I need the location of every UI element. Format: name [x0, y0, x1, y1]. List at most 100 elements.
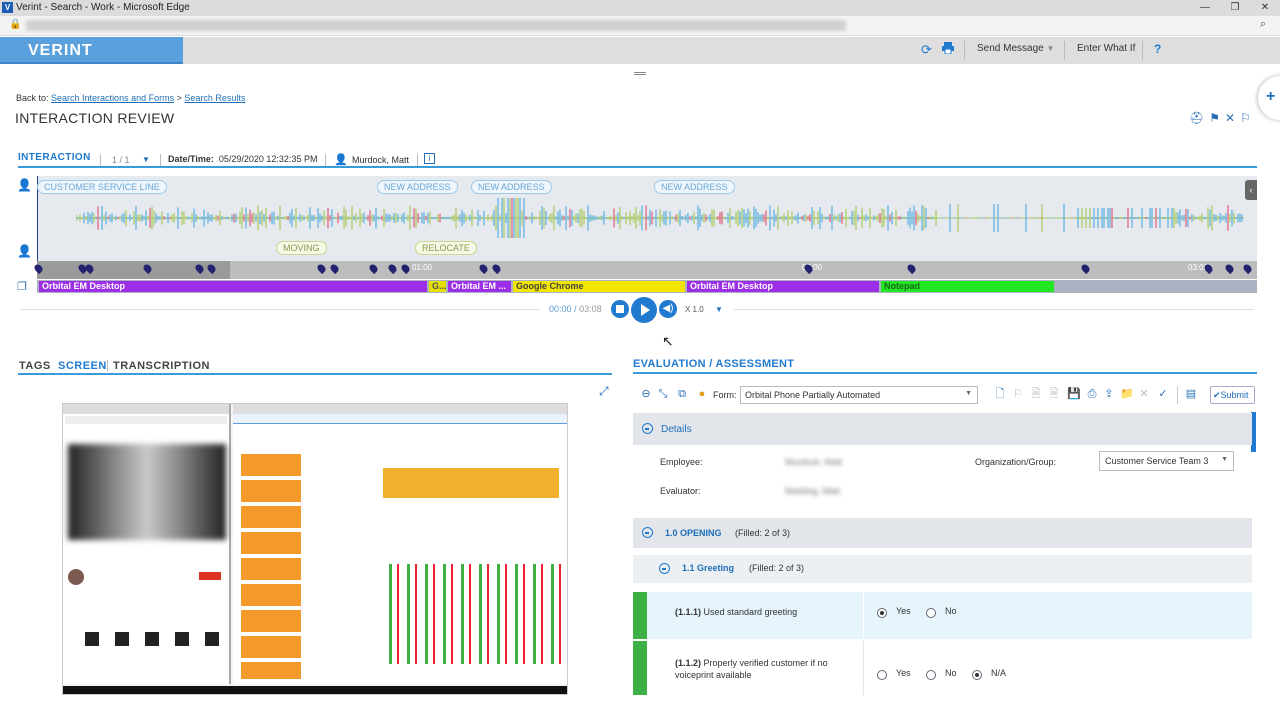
status-bar-green	[633, 641, 647, 695]
address-url-blurred	[26, 20, 846, 31]
player-time: 00:00 / 03:08	[549, 304, 602, 314]
details-section-header[interactable]: Details	[633, 413, 1252, 445]
stop-button[interactable]	[611, 300, 629, 318]
agent-speaker-icon: 👤	[17, 178, 32, 192]
question-row-1-1-2: (1.1.2) Properly verified customer if no…	[633, 641, 1252, 695]
interaction-underline	[18, 166, 1257, 168]
org-label: Organization/Group:	[975, 457, 1057, 467]
speed-dropdown-arrow[interactable]: ▼	[715, 305, 723, 314]
org-select[interactable]: Customer Service Team 3 ▼	[1099, 451, 1234, 471]
q2-na-radio[interactable]	[972, 670, 982, 680]
evaluator-label: Evaluator:	[660, 486, 701, 496]
evaluator-value: Maddog, Matt	[785, 486, 841, 496]
export-icon[interactable]: ⇪	[1103, 388, 1115, 400]
tag-moving[interactable]: MOVING	[276, 241, 327, 255]
question-row-1-1-1: (1.1.1) Used standard greeting Yes No	[633, 592, 1252, 639]
refresh-icon[interactable]: ⟳	[921, 42, 932, 58]
play-icon	[641, 304, 650, 316]
audio-waveform[interactable]	[76, 196, 1244, 240]
restore-icon[interactable]: ❐	[1228, 1, 1242, 15]
headset-icon[interactable]: ⛑	[1189, 111, 1209, 125]
lock-icon: 🔒	[9, 19, 22, 30]
help-button[interactable]: ?	[1154, 42, 1161, 56]
tab-screen[interactable]: SCREEN	[58, 360, 107, 372]
folder-icon[interactable]: 📁	[1120, 388, 1134, 400]
form-select[interactable]: Orbital Phone Partially Automated ▼	[740, 386, 978, 404]
app-segment-1[interactable]: Orbital EM Desktop	[39, 281, 427, 292]
employee-label: Employee:	[660, 457, 703, 467]
verint-logo: VERINT	[0, 37, 183, 64]
page-title: INTERACTION REVIEW	[15, 110, 175, 126]
greeting-section-header[interactable]: 1.1 Greeting (Filled: 2 of 3)	[633, 555, 1252, 583]
link-icon[interactable]: ⤡	[657, 388, 669, 400]
users-icon[interactable]: ●	[696, 388, 708, 400]
spellcheck-icon[interactable]: ✓	[1157, 388, 1169, 400]
submit-button[interactable]: ✔Submit	[1210, 386, 1255, 404]
collapse-all-icon[interactable]: ⊖	[640, 388, 652, 400]
app-header: VERINT ⟳ Send Message ▼ Enter What If ?	[0, 37, 1280, 64]
q1-no-radio[interactable]	[926, 608, 936, 618]
tag-new-address-2[interactable]: NEW ADDRESS	[471, 180, 552, 194]
enter-what-if-button[interactable]: Enter What If	[1077, 43, 1135, 54]
close-icon[interactable]: ✕	[1225, 111, 1240, 125]
plus-icon: +	[1266, 88, 1276, 105]
print-form-icon[interactable]: ⎙	[1086, 388, 1098, 400]
q2-no-radio[interactable]	[926, 670, 936, 680]
q2-yes-radio[interactable]	[877, 670, 887, 680]
interaction-count: 1 / 1	[112, 155, 130, 165]
tab-transcription[interactable]: TRANSCRIPTION	[113, 360, 210, 372]
side-panel-toggle[interactable]: +	[1258, 76, 1280, 120]
verint-app-icon: V	[2, 2, 13, 13]
address-bar[interactable]: 🔒 ⌕	[0, 16, 1280, 36]
volume-button[interactable]: ◀)	[659, 300, 677, 318]
info-icon[interactable]: i	[424, 153, 435, 164]
send-message-button[interactable]: Send Message ▼	[977, 43, 1054, 54]
interaction-label: INTERACTION	[18, 152, 91, 163]
employee-value: Murdock, Matt	[785, 457, 843, 467]
flag-add-icon[interactable]: ⚑	[1209, 111, 1225, 125]
copy-icon[interactable]: ⧉	[676, 388, 688, 400]
fullscreen-icon[interactable]: ⤢	[599, 384, 609, 399]
close-window-icon[interactable]: ✕	[1258, 1, 1272, 15]
interaction-datetime: Date/Time: 05/29/2020 12:32:35 PM	[168, 154, 318, 164]
tag-new-address-1[interactable]: NEW ADDRESS	[377, 180, 458, 194]
browser-search-icon[interactable]: ⌕	[1260, 18, 1266, 31]
screen-recording-view[interactable]	[62, 403, 568, 695]
status-bar-green	[633, 592, 647, 639]
breadcrumb-link-search-interactions[interactable]: Search Interactions and Forms	[51, 93, 174, 103]
doc-disabled-icon: 🗎	[1031, 388, 1041, 400]
volume-icon: ◀)	[662, 303, 674, 314]
opening-section-header[interactable]: 1.0 OPENING (Filled: 2 of 3)	[633, 518, 1252, 548]
tag-new-address-3[interactable]: NEW ADDRESS	[654, 180, 735, 194]
tab-tags[interactable]: TAGS	[19, 360, 51, 372]
mouse-cursor-icon: ↖	[662, 333, 674, 349]
play-button[interactable]	[631, 297, 657, 323]
calculator-icon[interactable]: ▤	[1185, 388, 1197, 400]
save-icon[interactable]: 💾	[1067, 388, 1081, 400]
app-segment-6[interactable]: Notepad	[881, 281, 1054, 292]
breadcrumb-link-search-results[interactable]: Search Results	[184, 93, 245, 103]
screen-apps-icon: ❐	[17, 281, 27, 293]
review-toolbar: ⛑⚑✕⚐	[1189, 111, 1256, 125]
app-segment-3[interactable]: Orbital EM ...	[448, 281, 511, 292]
breadcrumb: Back to: Search Interactions and Forms >…	[16, 93, 246, 103]
print-icon[interactable]	[942, 42, 954, 55]
q1-yes-radio[interactable]	[877, 608, 887, 618]
opening-collapse-icon	[642, 527, 653, 538]
tag-customer-service-line[interactable]: CUSTOMER SERVICE LINE	[37, 180, 167, 194]
delete-disabled-icon: ✕	[1139, 388, 1149, 400]
browser-title: Verint - Search - Work - Microsoft Edge	[16, 2, 190, 13]
app-segment-2[interactable]: G...	[429, 281, 446, 292]
flag-icon[interactable]: ⚐	[1240, 111, 1256, 125]
details-collapse-icon	[642, 423, 653, 434]
timeline-tick-1: 01:00	[412, 263, 433, 272]
minimize-icon[interactable]: —	[1198, 1, 1212, 15]
app-segment-5[interactable]: Orbital EM Desktop	[687, 281, 879, 292]
interaction-user: Murdock, Matt	[352, 155, 410, 165]
new-doc-icon[interactable]: 🗋	[994, 388, 1006, 400]
collapse-handle[interactable]	[634, 72, 646, 75]
interaction-select-arrow[interactable]: ▼	[142, 155, 150, 164]
waveform-collapse-button[interactable]: ‹	[1245, 180, 1257, 200]
tag-relocate[interactable]: RELOCATE	[415, 241, 477, 255]
app-segment-4[interactable]: Google Chrome	[513, 281, 685, 292]
